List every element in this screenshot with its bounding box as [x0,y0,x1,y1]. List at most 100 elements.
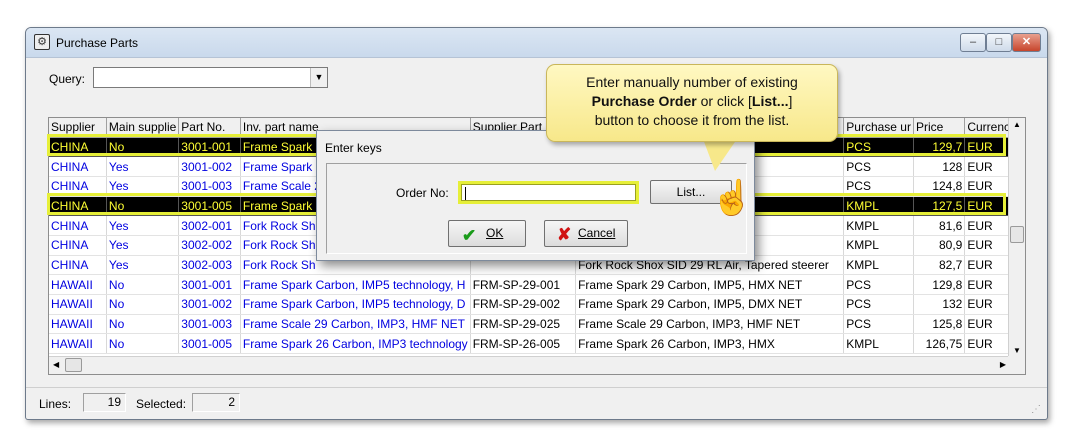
cell-main-supplier[interactable]: No [106,196,180,217]
cell-part-no[interactable]: 3001-005 [178,196,241,217]
cell-supplier[interactable]: CHINA [49,137,107,158]
cell-part-no[interactable]: 3001-002 [178,294,241,315]
cell-purchase-unit[interactable]: PCS [843,314,914,335]
callout-tail [703,139,737,171]
cell-supplier[interactable]: HAWAII [49,274,107,295]
cell-inv-part-name[interactable]: Frame Spark 26 Carbon, IMP3 technology [240,333,471,355]
cell-main-supplier[interactable]: No [106,333,180,355]
cell-main-supplier[interactable]: Yes [106,156,180,177]
cell-supplier-part-no[interactable]: FRM-SP-26-005 [470,333,577,355]
cell-purchase-unit[interactable]: PCS [843,274,914,295]
cell-inv-part-name[interactable]: Frame Spark Carbon, IMP5 technology, H [240,274,471,295]
cell-purchase-unit[interactable]: PCS [843,137,914,158]
scroll-left-icon[interactable]: ◀ [53,360,59,369]
maximize-button[interactable]: □ [986,33,1012,52]
cell-main-supplier[interactable]: Yes [106,235,180,256]
cell-supplier-part-no[interactable]: FRM-SP-29-002 [470,294,577,315]
cell-part-no[interactable]: 3001-002 [178,156,241,177]
status-bar: Lines: 19 Selected: 2 ⋰ [26,387,1047,419]
minimize-button[interactable]: – [960,33,986,52]
order-no-input[interactable] [458,181,639,204]
column-header-purchase-unit[interactable]: Purchase ur [843,118,914,138]
ok-button[interactable]: ✔ OK [448,220,526,247]
cell-price[interactable]: 127,5 [913,196,966,217]
cell-purchase-unit[interactable]: KMPL [843,255,914,276]
cell-supplier[interactable]: HAWAII [49,294,107,315]
cell-price[interactable]: 126,75 [913,333,966,355]
cell-part-no[interactable]: 3002-003 [178,255,241,276]
cell-part-no[interactable]: 3001-003 [178,314,241,335]
cell-price[interactable]: 82,7 [913,255,966,276]
column-header-main-supplier[interactable]: Main supplie [106,118,180,138]
cell-price[interactable]: 124,8 [913,176,966,197]
cell-main-supplier[interactable]: Yes [106,255,180,276]
dialog-panel: Order No: List... ✔ OK ✘ Cancel [326,163,747,254]
cell-supplier[interactable]: CHINA [49,156,107,177]
cell-supplier[interactable]: HAWAII [49,333,107,355]
cell-main-supplier[interactable]: Yes [106,176,180,197]
cell-price[interactable]: 128 [913,156,966,177]
scroll-down-icon[interactable]: ▼ [1009,346,1025,355]
cell-supplier[interactable]: CHINA [49,255,107,276]
column-header-part-no[interactable]: Part No. [178,118,241,138]
cell-supplier[interactable]: CHINA [49,176,107,197]
cell-supplier[interactable]: CHINA [49,235,107,256]
cell-purchase-unit[interactable]: PCS [843,294,914,315]
cell-purchase-unit[interactable]: KMPL [843,333,914,355]
cell-main-supplier[interactable]: No [106,137,180,158]
resize-grip-icon[interactable]: ⋰ [1031,404,1043,416]
cell-price[interactable]: 132 [913,294,966,315]
cell-supplier-part-no[interactable]: FRM-SP-29-025 [470,314,577,335]
cell-supplier[interactable]: CHINA [49,196,107,217]
title-bar[interactable]: ⚙ Purchase Parts – □ ✕ [26,28,1047,58]
cancel-button[interactable]: ✘ Cancel [544,220,628,247]
vertical-scroll-thumb[interactable] [1010,226,1024,243]
cell-purchase-unit[interactable]: PCS [843,156,914,177]
cell-part-no[interactable]: 3002-002 [178,235,241,256]
cell-main-supplier[interactable]: No [106,274,180,295]
cell-price[interactable]: 81,6 [913,215,966,236]
table-row[interactable]: HAWAII No 3001-005 Frame Spark 26 Carbon, I… [49,333,1025,355]
app-gear-icon: ⚙ [34,34,50,50]
table-row[interactable]: HAWAII No 3001-002 Frame Spark Carbon, IMP5… [49,294,1025,315]
close-button[interactable]: ✕ [1012,33,1041,52]
cell-purchase-unit[interactable]: KMPL [843,215,914,236]
cell-main-supplier[interactable]: No [106,294,180,315]
cell-supplier-part-name[interactable]: Frame Spark 29 Carbon, IMP5, HMX NET [575,274,845,295]
cell-supplier-part-name[interactable]: Frame Spark 26 Carbon, IMP3, HMX [575,333,845,355]
table-row[interactable]: HAWAII No 3001-001 Frame Spark Carbon, IMP5… [49,274,1025,295]
chevron-down-icon[interactable]: ▼ [310,68,327,87]
cell-purchase-unit[interactable]: KMPL [843,235,914,256]
cell-part-no[interactable]: 3001-003 [178,176,241,197]
column-header-price[interactable]: Price [913,118,966,138]
cell-price[interactable]: 129,8 [913,274,966,295]
cell-purchase-unit[interactable]: KMPL [843,196,914,217]
cell-main-supplier[interactable]: No [106,314,180,335]
cell-part-no[interactable]: 3001-005 [178,333,241,355]
cell-supplier[interactable]: HAWAII [49,314,107,335]
vertical-scrollbar[interactable]: ▲ ▼ [1008,118,1025,357]
cell-inv-part-name[interactable]: Frame Scale 29 Carbon, IMP3, HMF NET [240,314,471,335]
cell-price[interactable]: 129,7 [913,137,966,158]
cell-supplier-part-name[interactable]: Frame Spark 29 Carbon, IMP5, DMX NET [575,294,845,315]
cell-supplier-part-name[interactable]: Frame Scale 29 Carbon, IMP3, HMF NET [575,314,845,335]
query-select[interactable]: ▼ [93,67,328,88]
cell-supplier[interactable]: CHINA [49,215,107,236]
scroll-up-icon[interactable]: ▲ [1009,120,1025,129]
cell-supplier-part-no[interactable]: FRM-SP-29-001 [470,274,577,295]
cell-part-no[interactable]: 3001-001 [178,137,241,158]
cell-purchase-unit[interactable]: PCS [843,176,914,197]
scroll-right-icon[interactable]: ▶ [1000,360,1006,369]
lines-count: 19 [83,393,126,412]
cell-price[interactable]: 125,8 [913,314,966,335]
column-header-supplier[interactable]: Supplier [49,118,107,138]
cell-inv-part-name[interactable]: Frame Spark Carbon, IMP5 technology, D [240,294,471,315]
table-row[interactable]: HAWAII No 3001-003 Frame Scale 29 Carbon, I… [49,314,1025,335]
horizontal-scrollbar[interactable]: ◀ ▶ [49,356,1010,374]
cell-part-no[interactable]: 3001-001 [178,274,241,295]
window-title: Purchase Parts [56,36,139,50]
cell-part-no[interactable]: 3002-001 [178,215,241,236]
cell-price[interactable]: 80,9 [913,235,966,256]
horizontal-scroll-thumb[interactable] [65,358,82,372]
cell-main-supplier[interactable]: Yes [106,215,180,236]
